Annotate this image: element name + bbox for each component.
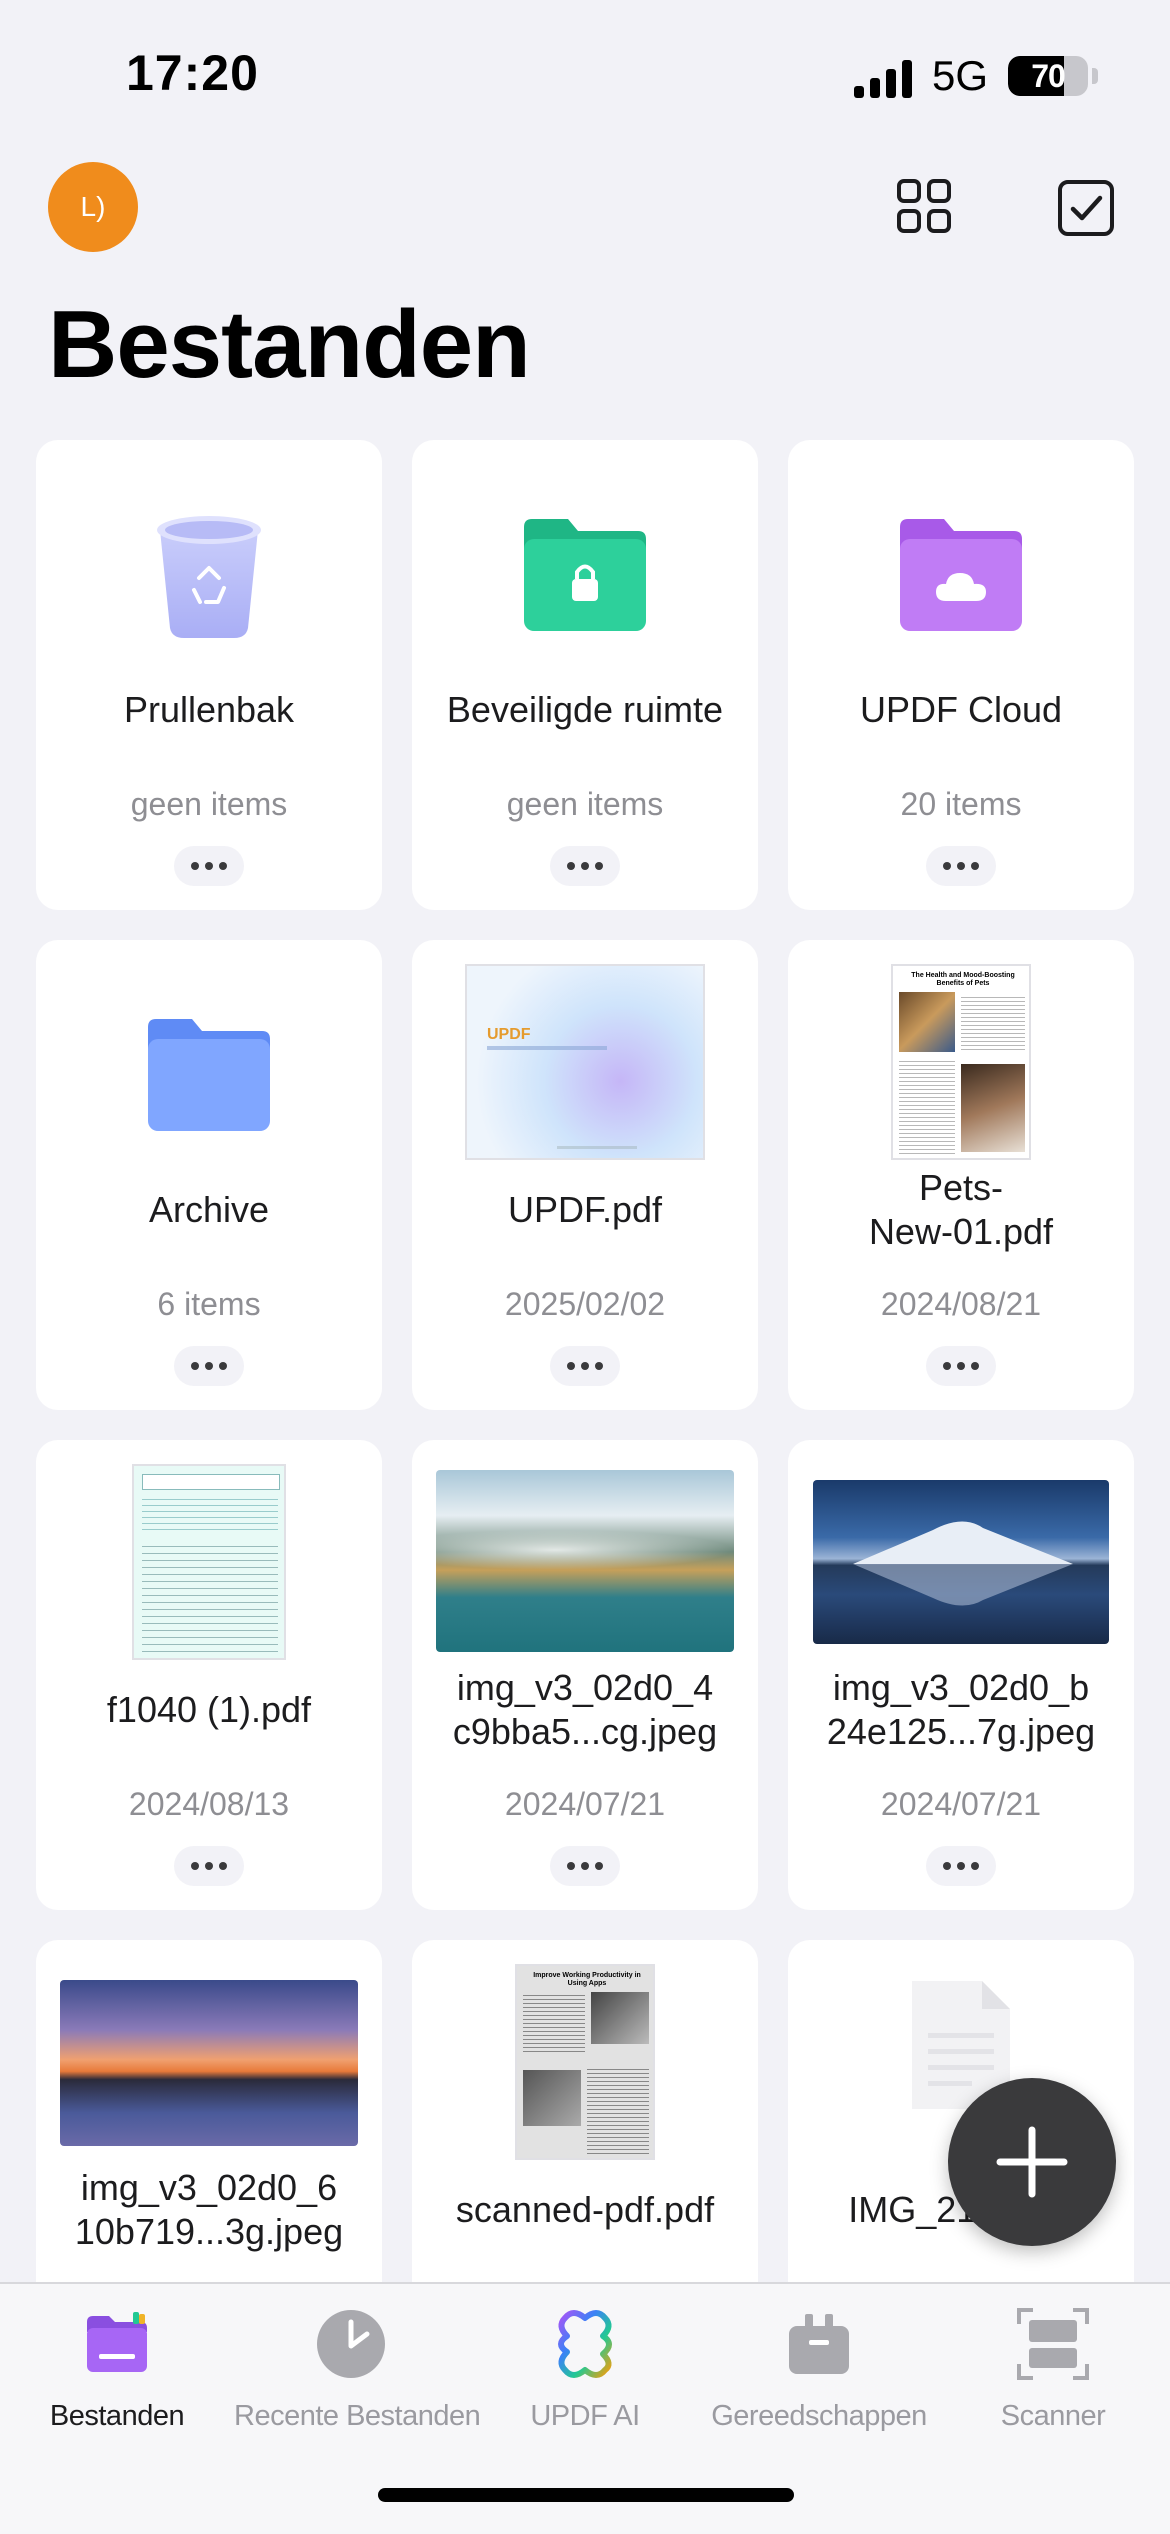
grid-view-icon[interactable] <box>896 178 952 234</box>
trash-icon <box>36 490 382 660</box>
more-icon[interactable] <box>174 846 244 886</box>
signal-icon <box>854 60 912 98</box>
folder-icon <box>77 2304 157 2384</box>
file-name: Pets- New-01.pdf <box>868 1167 1054 1252</box>
tab-updf-ai[interactable]: UPDF AI <box>468 2304 702 2433</box>
file-meta: geen items <box>506 786 664 822</box>
add-button[interactable] <box>948 2078 1116 2246</box>
file-card-updf-cloud[interactable]: UPDF Cloud 20 items <box>788 440 1134 910</box>
battery-icon: 70 <box>1008 56 1088 96</box>
status-bar: 17:20 5G 70 <box>0 0 1170 150</box>
status-time: 17:20 <box>126 45 259 101</box>
file-meta: 6 items <box>157 1286 261 1322</box>
home-indicator <box>378 2488 794 2502</box>
file-card-archive[interactable]: Archive 6 items <box>36 940 382 1410</box>
battery-level: 70 <box>1031 58 1066 94</box>
more-icon[interactable] <box>174 1346 244 1386</box>
more-icon[interactable] <box>550 1846 620 1886</box>
file-name: Archive <box>148 1189 270 1230</box>
file-name: UPDF Cloud <box>859 689 1063 730</box>
toolbox-icon <box>779 2304 859 2384</box>
cloud-folder-icon <box>788 490 1134 660</box>
file-meta: 2024/08/13 <box>128 1786 290 1822</box>
file-name: f1040 (1).pdf <box>106 1689 312 1730</box>
tab-gereedschappen[interactable]: Gereedschappen <box>702 2304 936 2433</box>
tab-label: Scanner <box>1000 2400 1106 2432</box>
file-name: scanned-pdf.pdf <box>455 2189 715 2230</box>
secure-folder-icon <box>412 490 758 660</box>
ai-icon <box>545 2304 625 2384</box>
file-meta: 2024/08/21 <box>880 1286 1042 1322</box>
tab-recente-bestanden[interactable]: Recente Bestanden <box>234 2304 481 2433</box>
image-thumbnail <box>412 1470 758 1652</box>
scanned-thumb-title: Improve Working Productivity in Using Ap… <box>533 1972 641 1987</box>
more-icon[interactable] <box>550 1346 620 1386</box>
file-name: Beveiligde ruimte <box>446 689 724 730</box>
battery-nub <box>1092 68 1098 84</box>
tab-label: Bestanden <box>49 2400 185 2432</box>
pdf-thumbnail <box>36 1464 382 1660</box>
pdf-thumbnail: The Health and Mood-Boosting Benefits of… <box>788 964 1134 1160</box>
plus-icon <box>996 2126 1068 2198</box>
file-meta: 2024/07/21 <box>504 1786 666 1822</box>
select-checkbox-icon[interactable] <box>1056 178 1116 238</box>
file-name: Prullenbak <box>123 689 295 730</box>
file-name: img_v3_02d0_6 10b719...3g.jpeg <box>74 2167 344 2252</box>
file-meta: geen items <box>130 786 288 822</box>
file-meta: 20 items <box>900 786 1022 822</box>
file-card-f1040-pdf[interactable]: f1040 (1).pdf 2024/08/13 <box>36 1440 382 1910</box>
tab-label: UPDF AI <box>530 2400 640 2432</box>
scanner-icon <box>1013 2304 1093 2384</box>
image-thumbnail <box>788 1480 1134 1644</box>
file-name: UPDF.pdf <box>507 1189 663 1230</box>
avatar[interactable]: L) <box>48 162 138 252</box>
more-icon[interactable] <box>926 1846 996 1886</box>
pdf-thumbnail: Improve Working Productivity in Using Ap… <box>412 1964 758 2160</box>
page-title: Bestanden <box>48 291 531 398</box>
pdf-thumbnail: UPDF <box>412 964 758 1160</box>
updf-thumb-logo: UPDF <box>487 1026 531 1043</box>
file-card-trash[interactable]: Prullenbak geen items <box>36 440 382 910</box>
file-card-img-4c9bba5[interactable]: img_v3_02d0_4 c9bba5...cg.jpeg 2024/07/2… <box>412 1440 758 1910</box>
more-icon[interactable] <box>926 846 996 886</box>
file-card-pets-pdf[interactable]: The Health and Mood-Boosting Benefits of… <box>788 940 1134 1410</box>
folder-icon <box>36 990 382 1160</box>
file-meta: 2025/02/02 <box>504 1286 666 1322</box>
image-thumbnail <box>36 1980 382 2146</box>
network-label: 5G <box>932 52 989 99</box>
tab-scanner[interactable]: Scanner <box>936 2304 1170 2433</box>
file-name: img_v3_02d0_b 24e125...7g.jpeg <box>826 1667 1096 1752</box>
pets-thumb-title: The Health and Mood-Boosting Benefits of… <box>911 972 1015 987</box>
tab-label: Recente Bestanden <box>234 2400 481 2432</box>
more-icon[interactable] <box>174 1846 244 1886</box>
file-card-img-b24e125[interactable]: img_v3_02d0_b 24e125...7g.jpeg 2024/07/2… <box>788 1440 1134 1910</box>
tab-bestanden[interactable]: Bestanden <box>0 2304 234 2433</box>
more-icon[interactable] <box>550 846 620 886</box>
file-card-updf-pdf[interactable]: UPDF UPDF.pdf 2025/02/02 <box>412 940 758 1410</box>
more-icon[interactable] <box>926 1346 996 1386</box>
file-name: img_v3_02d0_4 c9bba5...cg.jpeg <box>452 1667 718 1752</box>
tab-label: Gereedschappen <box>711 2400 927 2432</box>
file-meta: 2024/07/21 <box>880 1786 1042 1822</box>
clock-icon <box>311 2304 391 2384</box>
file-card-secure-space[interactable]: Beveiligde ruimte geen items <box>412 440 758 910</box>
